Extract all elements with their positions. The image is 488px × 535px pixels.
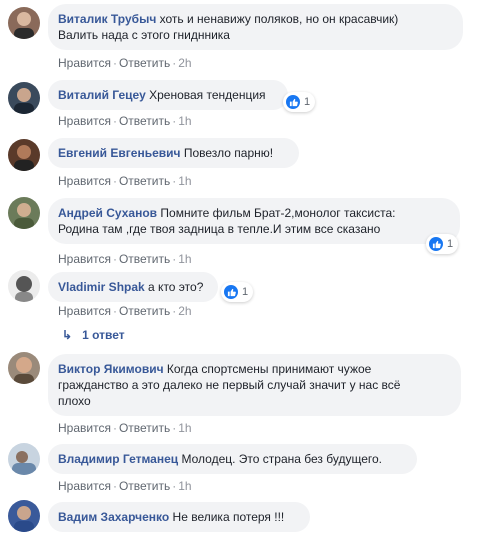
comment-text: Валить нада с этого гниднника	[58, 28, 230, 42]
comment-text: Помните фильм Брат-2,монолог таксиста:	[160, 206, 396, 220]
avatar[interactable]	[8, 139, 40, 171]
view-replies-link[interactable]: ↳ 1 ответ	[62, 328, 125, 342]
comment-text: плохо	[58, 394, 91, 408]
reply-link[interactable]: Ответить	[119, 304, 170, 318]
comment-bubble: Виталик Трубыч хоть и ненавижу поляков, …	[48, 4, 463, 50]
comment-actions: Нравится · Ответить · 1h	[58, 479, 192, 493]
comment-text: Хреновая тенденция	[149, 88, 266, 102]
avatar[interactable]	[8, 7, 40, 39]
comment-text: Повезло парню!	[183, 146, 274, 160]
comment-bubble: Евгений Евгеньевич Повезло парню!	[48, 138, 299, 168]
reply-link[interactable]: Ответить	[119, 56, 170, 70]
comment-author[interactable]: Виталик Трубыч	[58, 12, 156, 26]
comment-actions: Нравится · Ответить · 1h	[58, 174, 192, 188]
comment-bubble: Андрей Суханов Помните фильм Брат-2,моно…	[48, 198, 460, 244]
comment-actions: Нравится · Ответить · 2h	[58, 56, 192, 70]
comment-text: а кто это?	[148, 280, 204, 294]
comment-author[interactable]: Евгений Евгеньевич	[58, 146, 180, 160]
avatar[interactable]	[8, 352, 40, 384]
comment-author[interactable]: Vladimir Shpak	[58, 280, 145, 294]
comment-author[interactable]: Виталий Гецеу	[58, 88, 146, 102]
replies-label: 1 ответ	[82, 328, 125, 342]
comment-author[interactable]: Андрей Суханов	[58, 206, 157, 220]
comment-time[interactable]: 1h	[178, 252, 191, 266]
reaction-count-label: 1	[242, 286, 249, 298]
reaction-count[interactable]: 1	[221, 282, 254, 302]
comment-time[interactable]: 2h	[178, 56, 191, 70]
comment-text: Родина там ,где твоя задница в тепле.И э…	[58, 222, 381, 236]
like-link[interactable]: Нравится	[58, 421, 111, 435]
comment-actions: Нравится · Ответить · 1h	[58, 114, 192, 128]
comment-text: Не велика потеря !!!	[172, 510, 285, 524]
comment-author[interactable]: Виктор Якимович	[58, 362, 164, 376]
comment-time[interactable]: 2h	[178, 304, 191, 318]
avatar[interactable]	[8, 500, 40, 532]
like-icon	[286, 95, 300, 109]
comment-text: гражданство а это далеко не первый случа…	[58, 378, 401, 392]
comment-text: Молодец. Это страна без будущего.	[181, 452, 383, 466]
reply-arrow-icon: ↳	[62, 328, 73, 342]
avatar[interactable]	[8, 82, 40, 114]
reaction-count[interactable]: 1	[283, 92, 316, 112]
reply-link[interactable]: Ответить	[119, 421, 170, 435]
like-link[interactable]: Нравится	[58, 114, 111, 128]
comment-actions: Нравится · Ответить · 2h	[58, 304, 192, 318]
like-icon	[429, 237, 443, 251]
avatar[interactable]	[8, 443, 40, 475]
reaction-count-label: 1	[447, 238, 454, 250]
reply-link[interactable]: Ответить	[119, 114, 170, 128]
avatar[interactable]	[8, 270, 40, 302]
comment-bubble: Виктор Якимович Когда спортсмены принима…	[48, 354, 461, 416]
like-icon	[224, 285, 238, 299]
comment-time[interactable]: 1h	[178, 174, 191, 188]
comment-time[interactable]: 1h	[178, 421, 191, 435]
comment-text: хоть и ненавижу поляков, но он красавчик…	[159, 12, 399, 26]
comment-author[interactable]: Владимир Гетманец	[58, 452, 178, 466]
comment-text: Когда спортсмены принимают чужое	[166, 362, 372, 376]
like-link[interactable]: Нравится	[58, 479, 111, 493]
reaction-count[interactable]: 1	[426, 234, 459, 254]
like-link[interactable]: Нравится	[58, 56, 111, 70]
comment-bubble: Вадим Захарченко Не велика потеря !!!	[48, 502, 310, 532]
comment-bubble: Vladimir Shpak а кто это?	[48, 272, 218, 302]
reply-link[interactable]: Ответить	[119, 479, 170, 493]
comment-author[interactable]: Вадим Захарченко	[58, 510, 169, 524]
reaction-count-label: 1	[304, 96, 311, 108]
comment-actions: Нравится · Ответить · 1h	[58, 252, 192, 266]
comment-bubble: Владимир Гетманец Молодец. Это страна бе…	[48, 444, 417, 474]
comment-time[interactable]: 1h	[178, 114, 191, 128]
reply-link[interactable]: Ответить	[119, 252, 170, 266]
comment-actions: Нравится · Ответить · 1h	[58, 421, 192, 435]
reply-link[interactable]: Ответить	[119, 174, 170, 188]
comment-bubble: Виталий Гецеу Хреновая тенденция	[48, 80, 288, 110]
like-link[interactable]: Нравится	[58, 174, 111, 188]
avatar[interactable]	[8, 197, 40, 229]
comment-time[interactable]: 1h	[178, 479, 191, 493]
like-link[interactable]: Нравится	[58, 304, 111, 318]
like-link[interactable]: Нравится	[58, 252, 111, 266]
